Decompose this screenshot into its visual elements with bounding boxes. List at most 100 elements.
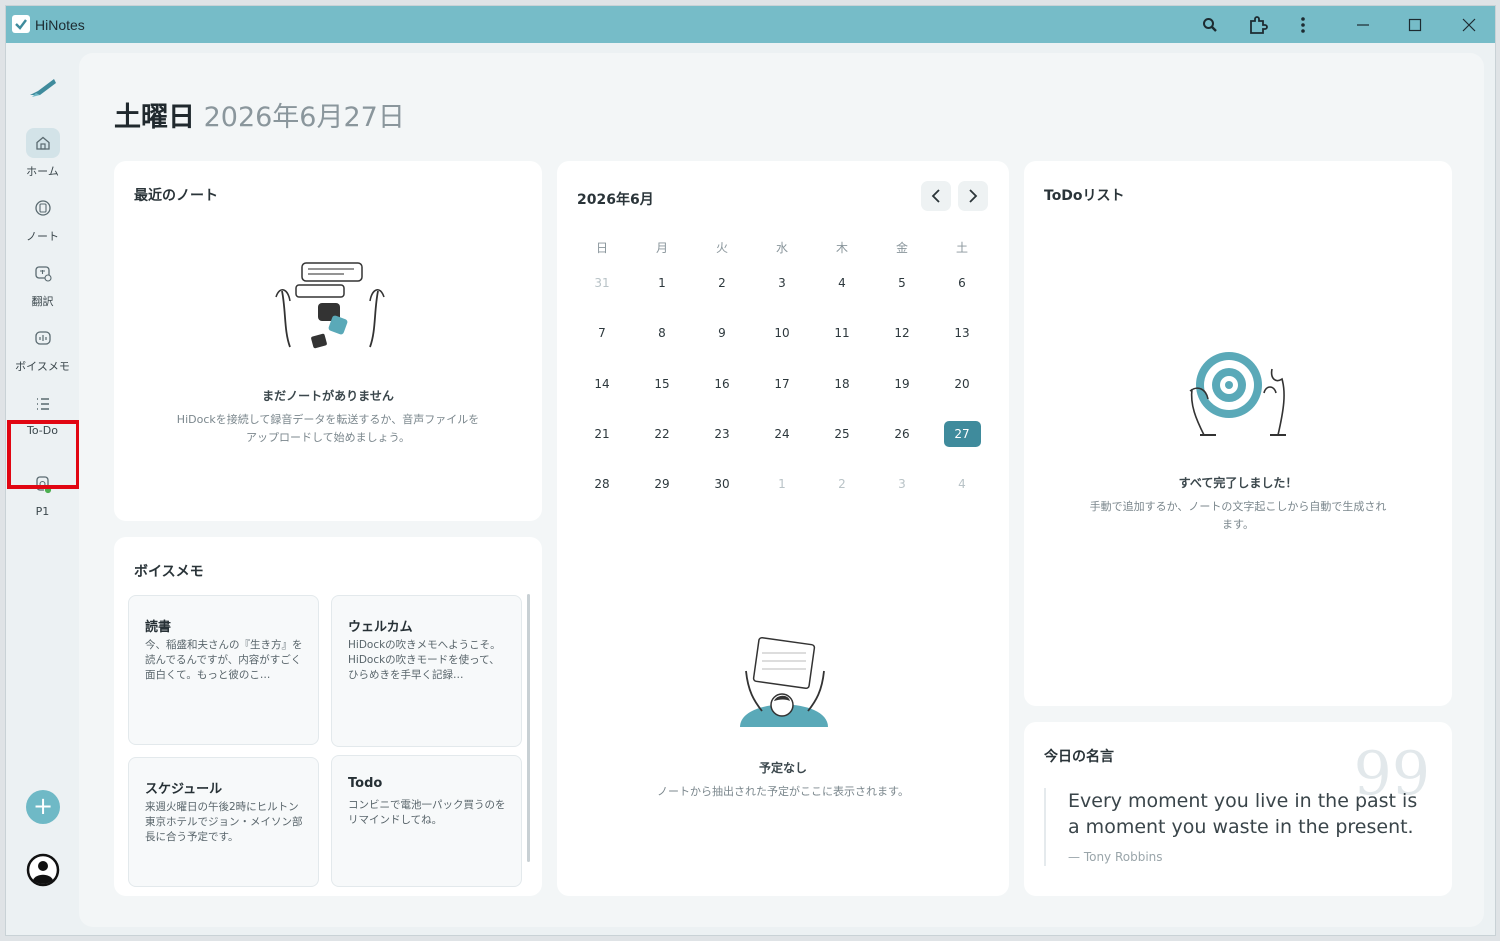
sidebar-item-notes[interactable]: ノート — [6, 193, 79, 244]
calendar-day[interactable]: 25 — [812, 421, 872, 447]
calendar-day[interactable]: 2 — [812, 471, 872, 497]
voice-memo-item[interactable]: Todo コンビニで電池一パック買うのをリマインドしてね。 — [331, 755, 522, 887]
calendar-day-number: 1 — [658, 276, 666, 291]
calendar-day[interactable]: 2 — [692, 270, 752, 296]
memo-text: コンビニで電池一パック買うのをリマインドしてね。 — [348, 799, 506, 826]
calendar-day[interactable]: 4 — [812, 270, 872, 296]
voice-memo-scrollbar[interactable] — [527, 594, 530, 862]
sidebar-item-label: 翻訳 — [31, 295, 54, 308]
voice-memo-item[interactable]: ウェルカム HiDockの吹きメモへようこそ。HiDockの吹きモードを使って、… — [331, 595, 522, 747]
extension-icon[interactable] — [1235, 6, 1281, 43]
calendar-day[interactable]: 14 — [572, 371, 632, 397]
calendar-day-number: 17 — [774, 376, 790, 391]
calendar-day[interactable]: 15 — [632, 371, 692, 397]
voice-memo-item[interactable]: 読書 今、稲盛和夫さんの『生き方』を読んでるんですが、内容がすごく面白くて。もっ… — [128, 595, 319, 745]
calendar-day[interactable]: 6 — [932, 270, 992, 296]
search-icon[interactable] — [1187, 6, 1233, 43]
calendar-day[interactable]: 12 — [872, 320, 932, 346]
calendar-day[interactable]: 23 — [692, 421, 752, 447]
calendar-day-number: 4 — [958, 477, 966, 492]
calendar-day[interactable]: 5 — [872, 270, 932, 296]
calendar-day-number: 14 — [594, 376, 610, 391]
sidebar-item-label: ホーム — [26, 165, 59, 178]
calendar-day[interactable]: 29 — [632, 471, 692, 497]
calendar-day[interactable]: 3 — [752, 270, 812, 296]
weekday-label: 土 — [955, 240, 968, 255]
calendar-prev-button[interactable] — [921, 181, 951, 211]
no-notes-illustration — [275, 262, 385, 349]
calendar-day[interactable]: 21 — [572, 421, 632, 447]
calendar-day-number: 18 — [834, 376, 850, 391]
calendar-day[interactable]: 1 — [632, 270, 692, 296]
calendar-day[interactable]: 9 — [692, 320, 752, 346]
voice-memo-item[interactable]: スケジュール 来週火曜日の午後2時にヒルトン東京ホテルでジョン・メイソン部長に合… — [128, 757, 319, 887]
calendar-day[interactable]: 3 — [872, 471, 932, 497]
add-button[interactable]: + — [26, 790, 60, 824]
calendar-day-number: 28 — [594, 477, 610, 492]
calendar-next-button[interactable] — [958, 181, 988, 211]
maximize-icon[interactable] — [1392, 6, 1438, 43]
calendar-day-number: 15 — [654, 376, 670, 391]
minimize-icon[interactable] — [1340, 6, 1386, 43]
voice-memo-card: ボイスメモ 読書 今、稲盛和夫さんの『生き方』を読んでるんですが、内容がすごく面… — [114, 537, 542, 896]
calendar-day[interactable]: 20 — [932, 371, 992, 397]
calendar-day-number: 27 — [943, 421, 981, 448]
calendar-week-row: 31 1 2 3 4 5 6 — [572, 258, 992, 308]
more-options-icon[interactable] — [1280, 6, 1326, 43]
page-title-date: 2026年6月27日 — [203, 102, 405, 133]
calendar-day[interactable]: 1 — [752, 471, 812, 497]
calendar-day-number: 30 — [714, 477, 730, 492]
all-done-title: すべて完了しました！ — [1178, 476, 1298, 490]
page-title-day: 土曜日 — [114, 102, 195, 133]
calendar-week-row: 21 22 23 24 25 26 27 — [572, 409, 992, 459]
calendar-day[interactable]: 16 — [692, 371, 752, 397]
calendar-weekday-row: 日 月 火 水 木 金 土 — [572, 236, 992, 258]
calendar-day[interactable]: 31 — [572, 270, 632, 296]
calendar-day[interactable]: 18 — [812, 371, 872, 397]
calendar-day[interactable]: 8 — [632, 320, 692, 346]
calendar-card: 2026年6月 日 月 火 水 木 金 土 31 1 2 3 4 5 6 7 8 9 10 11 12 1… — [557, 161, 1009, 896]
quote-text: Every moment you live in the past is a m… — [1068, 790, 1418, 838]
calendar-day[interactable]: 17 — [752, 371, 812, 397]
calendar-day-number: 10 — [774, 326, 790, 341]
memo-title: スケジュール — [145, 782, 223, 797]
calendar-day[interactable]: 22 — [632, 421, 692, 447]
calendar-day-number: 11 — [834, 326, 850, 341]
quote-card: 今日の名言 99 Every moment you live in the pa… — [1024, 722, 1452, 896]
app-title: HiNotes — [35, 17, 85, 33]
memo-title: 読書 — [145, 620, 172, 635]
calendar-day[interactable]: 13 — [932, 320, 992, 346]
calendar-day[interactable]: 4 — [932, 471, 992, 497]
quote-author: — Tony Robbins — [1068, 850, 1163, 864]
calendar-day-number: 29 — [654, 477, 670, 492]
sidebar-item-translate[interactable]: 翻訳 — [6, 258, 79, 309]
calendar-day-number: 12 — [894, 326, 910, 341]
todo-icon — [26, 389, 60, 419]
calendar-day-number: 21 — [594, 427, 610, 442]
memo-text: 来週火曜日の午後2時にヒルトン東京ホテルでジョン・メイソン部長に合う予定です。 — [145, 801, 303, 843]
calendar-day[interactable]: 30 — [692, 471, 752, 497]
app-window: HiNotes ホーム ノート 翻訳 ボイスメモ To-Do P1 + 土曜日 … — [5, 5, 1496, 936]
note-icon — [26, 193, 60, 223]
user-avatar-icon[interactable] — [26, 853, 60, 887]
calendar-day[interactable]: 7 — [572, 320, 632, 346]
calendar-day-number: 19 — [894, 376, 910, 391]
calendar-day[interactable]: 10 — [752, 320, 812, 346]
page-title: 土曜日 2026年6月27日 — [114, 95, 405, 134]
quote-title: 今日の名言 — [1044, 749, 1114, 765]
sidebar-item-voice-memo[interactable]: ボイスメモ — [6, 323, 79, 374]
close-icon[interactable] — [1446, 6, 1492, 43]
calendar-day[interactable]: 28 — [572, 471, 632, 497]
calendar-day-number: 3 — [898, 477, 906, 492]
calendar-day[interactable]: 19 — [872, 371, 932, 397]
calendar-day[interactable]: 24 — [752, 421, 812, 447]
calendar-day[interactable]: 26 — [872, 421, 932, 447]
weekday-label: 水 — [775, 240, 788, 255]
calendar-day-number: 16 — [714, 376, 730, 391]
sidebar-item-home[interactable]: ホーム — [6, 128, 79, 179]
recent-notes-title: 最近のノート — [134, 188, 218, 204]
calendar-day[interactable]: 11 — [812, 320, 872, 346]
recent-notes-card: 最近のノート まだノートがありません HiDockを接続して録音データを転送する… — [114, 161, 542, 521]
selection-highlight-box — [7, 420, 80, 489]
calendar-day-today[interactable]: 27 — [932, 421, 992, 448]
